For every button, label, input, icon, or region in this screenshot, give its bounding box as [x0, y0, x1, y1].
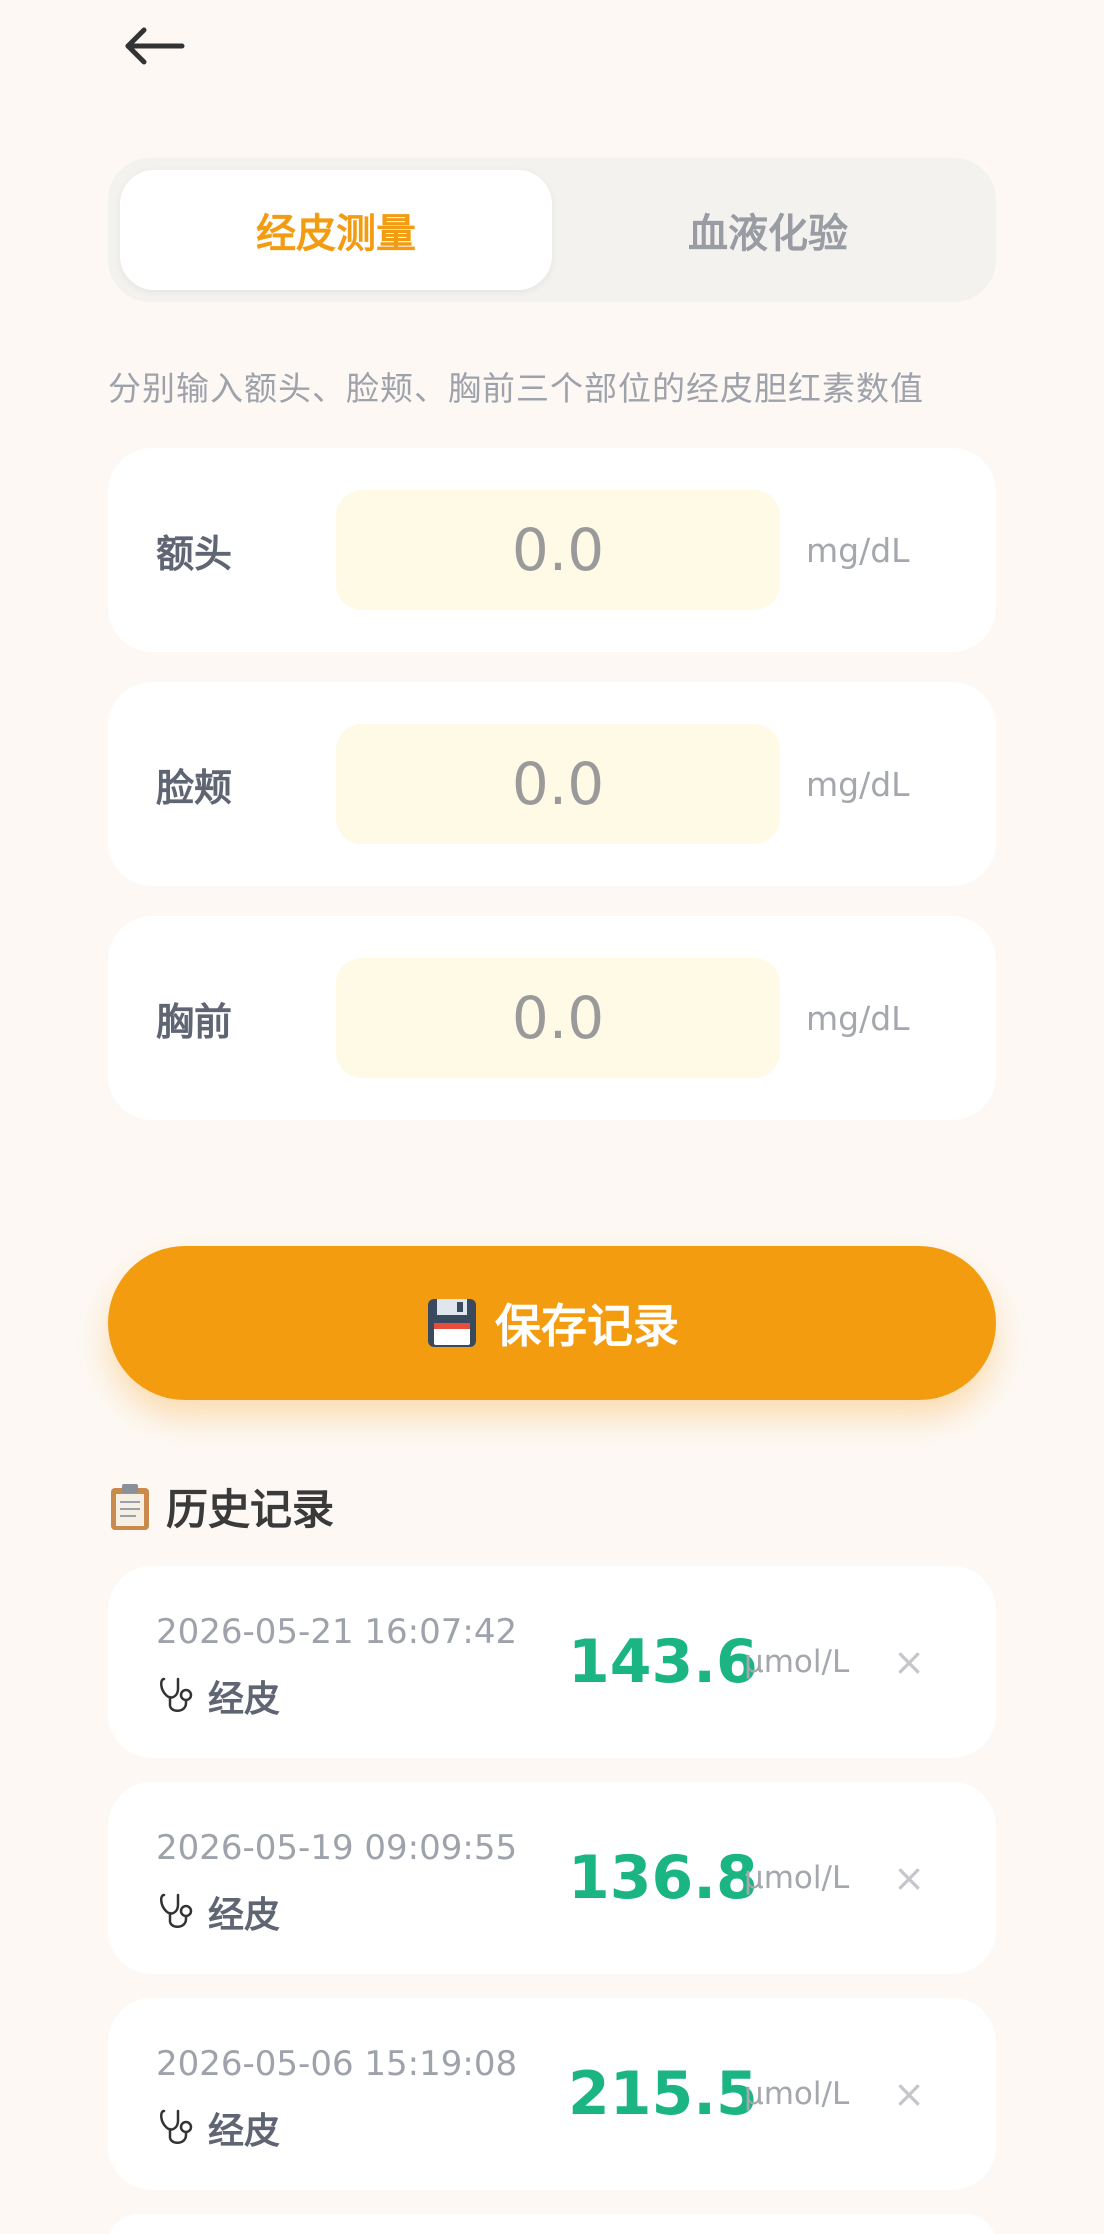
record-type-label: 经皮	[208, 2111, 281, 2152]
record-type-label: 经皮	[208, 1895, 281, 1936]
record-type-label: 经皮	[208, 1679, 281, 1720]
clipboard-icon	[111, 1483, 149, 1530]
history-record[interactable]: 2026-05-21 16:07:42 经皮 143.6 μmol/L ×	[108, 1566, 996, 1758]
record-date: 2026-05-19 09:09:55	[156, 1828, 518, 1868]
record-unit: μmol/L	[744, 1860, 850, 1896]
cheek-input[interactable]: 0.0	[336, 724, 780, 844]
arrow-left-icon	[125, 27, 185, 65]
unit-label: mg/dL	[806, 998, 910, 1038]
forehead-input[interactable]: 0.0	[336, 490, 780, 610]
delete-record-button[interactable]: ×	[884, 1782, 934, 1974]
stethoscope-icon	[160, 1677, 193, 1712]
back-button[interactable]	[120, 18, 190, 74]
save-record-button[interactable]: 保存记录	[108, 1246, 996, 1400]
history-record[interactable]: 2026-05-19 09:09:55 经皮 136.8 μmol/L ×	[108, 1782, 996, 1974]
tab-blood-test[interactable]: 血液化验	[552, 170, 984, 290]
field-label: 脸颊	[156, 765, 233, 810]
unit-label: mg/dL	[806, 530, 910, 570]
field-label: 胸前	[156, 999, 233, 1044]
delete-record-button[interactable]: ×	[884, 1998, 934, 2190]
save-button-label: 保存记录	[495, 1299, 679, 1353]
history-record[interactable]: 2026-05-06 15:19:08 经皮 215.5 μmol/L ×	[108, 1998, 996, 2190]
delete-record-button[interactable]: ×	[884, 1566, 934, 1758]
record-type: 经皮	[156, 1670, 280, 1722]
record-date: 2026-05-06 15:19:08	[156, 2044, 518, 2084]
record-value: 215.5	[568, 2059, 758, 2129]
history-section-title: 历史记录	[108, 1476, 334, 1537]
stethoscope-icon	[160, 1893, 193, 1928]
record-type: 经皮	[156, 1886, 280, 1938]
record-unit: μmol/L	[744, 1644, 850, 1680]
record-unit: μmol/L	[744, 2076, 850, 2112]
history-record-partial[interactable]	[108, 2214, 996, 2234]
record-value: 136.8	[568, 1843, 758, 1913]
chest-input[interactable]: 0.0	[336, 958, 780, 1078]
history-title-text: 历史记录	[166, 1485, 335, 1534]
measurement-type-tabs: 经皮测量 血液化验	[108, 158, 996, 302]
field-card-cheek: 脸颊 0.0 mg/dL	[108, 682, 996, 886]
floppy-disk-icon	[428, 1299, 476, 1347]
record-date: 2026-05-21 16:07:42	[156, 1612, 518, 1652]
field-card-forehead: 额头 0.0 mg/dL	[108, 448, 996, 652]
page: 经皮测量 血液化验 分别输入额头、脸颊、胸前三个部位的经皮胆红素数值 额头 0.…	[0, 0, 1104, 2234]
field-label: 额头	[156, 531, 233, 576]
unit-label: mg/dL	[806, 764, 910, 804]
field-card-chest: 胸前 0.0 mg/dL	[108, 916, 996, 1120]
tab-transcutaneous[interactable]: 经皮测量	[120, 170, 552, 290]
input-hint-text: 分别输入额头、脸颊、胸前三个部位的经皮胆红素数值	[108, 369, 924, 408]
stethoscope-icon	[160, 2109, 193, 2144]
record-value: 143.6	[568, 1627, 758, 1697]
record-type: 经皮	[156, 2102, 280, 2154]
